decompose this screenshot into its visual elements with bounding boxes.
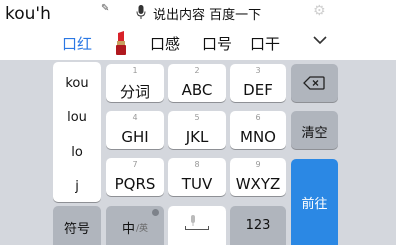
composition-bar: kou'h ✎ 说出内容 百度一下 ⚙ [0, 0, 396, 28]
key-5-jkl[interactable]: 5 JKL [168, 111, 226, 149]
settings-icon[interactable]: ⚙ [313, 3, 326, 19]
number-mode-button[interactable]: 123 [230, 206, 286, 245]
number-label: 123 [245, 218, 271, 233]
key-2-abc[interactable]: 2 ABC [168, 64, 226, 102]
enter-button[interactable]: 前往 [291, 159, 338, 245]
key-number: 7 [132, 160, 138, 169]
key-8-tuv[interactable]: 8 TUV [168, 158, 226, 196]
enter-label: 前往 [301, 197, 328, 212]
candidate-bar: 口红 口感 口号 口干 [0, 28, 396, 60]
key-label: 分词 [119, 83, 150, 101]
key-label: TUV [181, 175, 213, 193]
key-label: DEF [243, 81, 273, 99]
key-label: JKL [185, 128, 209, 146]
language-switch-button[interactable]: 中 /英 [106, 206, 164, 245]
key-4-ghi[interactable]: 4 GHI [106, 111, 164, 149]
chevron-down-icon[interactable] [312, 32, 328, 48]
key-7-pqrs[interactable]: 7 PQRS [106, 158, 164, 196]
indicator-dot [152, 209, 159, 216]
key-label: ABC [181, 81, 213, 99]
clear-button[interactable]: 清空 [291, 111, 338, 149]
lang-label: 中 [122, 222, 136, 237]
backspace-icon [303, 76, 325, 90]
key-label: PQRS [114, 175, 156, 193]
pinyin-list: kou lou lo j [53, 62, 101, 202]
key-number: 6 [255, 113, 261, 122]
keyboard: kou lou lo j 1 分词 2 ABC 3 DEF 4 GHI 5 JK… [0, 60, 396, 245]
symbol-button[interactable]: 符号 [53, 206, 101, 245]
key-number: 3 [255, 66, 261, 75]
candidate-word[interactable]: 口干 [250, 33, 280, 54]
candidate-word[interactable]: 口感 [150, 33, 180, 54]
pinyin-option[interactable]: kou [53, 76, 101, 91]
key-9-wxyz[interactable]: 9 WXYZ [230, 158, 286, 196]
key-3-def[interactable]: 3 DEF [230, 64, 286, 102]
key-1-split[interactable]: 1 分词 [106, 64, 164, 102]
lang-sub-label: /英 [136, 224, 149, 234]
clear-label: 清空 [301, 126, 328, 141]
pinyin-option[interactable]: lou [53, 110, 101, 125]
pencil-icon[interactable]: ✎ [101, 3, 109, 14]
key-number: 8 [194, 160, 200, 169]
key-label: MNO [240, 128, 276, 146]
space-button[interactable] [168, 206, 226, 245]
pinyin-option[interactable]: lo [53, 145, 101, 160]
key-6-mno[interactable]: 6 MNO [230, 111, 286, 149]
key-number: 5 [194, 113, 200, 122]
space-icon [185, 226, 209, 230]
key-number: 4 [132, 113, 138, 122]
pinyin-option[interactable]: j [53, 179, 101, 194]
backspace-button[interactable] [291, 64, 338, 102]
candidate-word[interactable]: 口号 [202, 33, 232, 54]
key-label: WXYZ [235, 175, 281, 193]
candidate-word[interactable]: 口红 [62, 33, 92, 54]
voice-search-hint[interactable]: 说出内容 百度一下 [153, 4, 261, 23]
symbol-label: 符号 [63, 222, 90, 237]
microphone-icon[interactable] [136, 5, 146, 20]
key-number: 1 [132, 66, 138, 75]
composing-text[interactable]: kou'h [5, 4, 51, 24]
lipstick-emoji-icon[interactable] [113, 30, 129, 56]
key-label: GHI [121, 128, 149, 146]
key-number: 9 [255, 160, 261, 169]
key-number: 2 [194, 66, 200, 75]
